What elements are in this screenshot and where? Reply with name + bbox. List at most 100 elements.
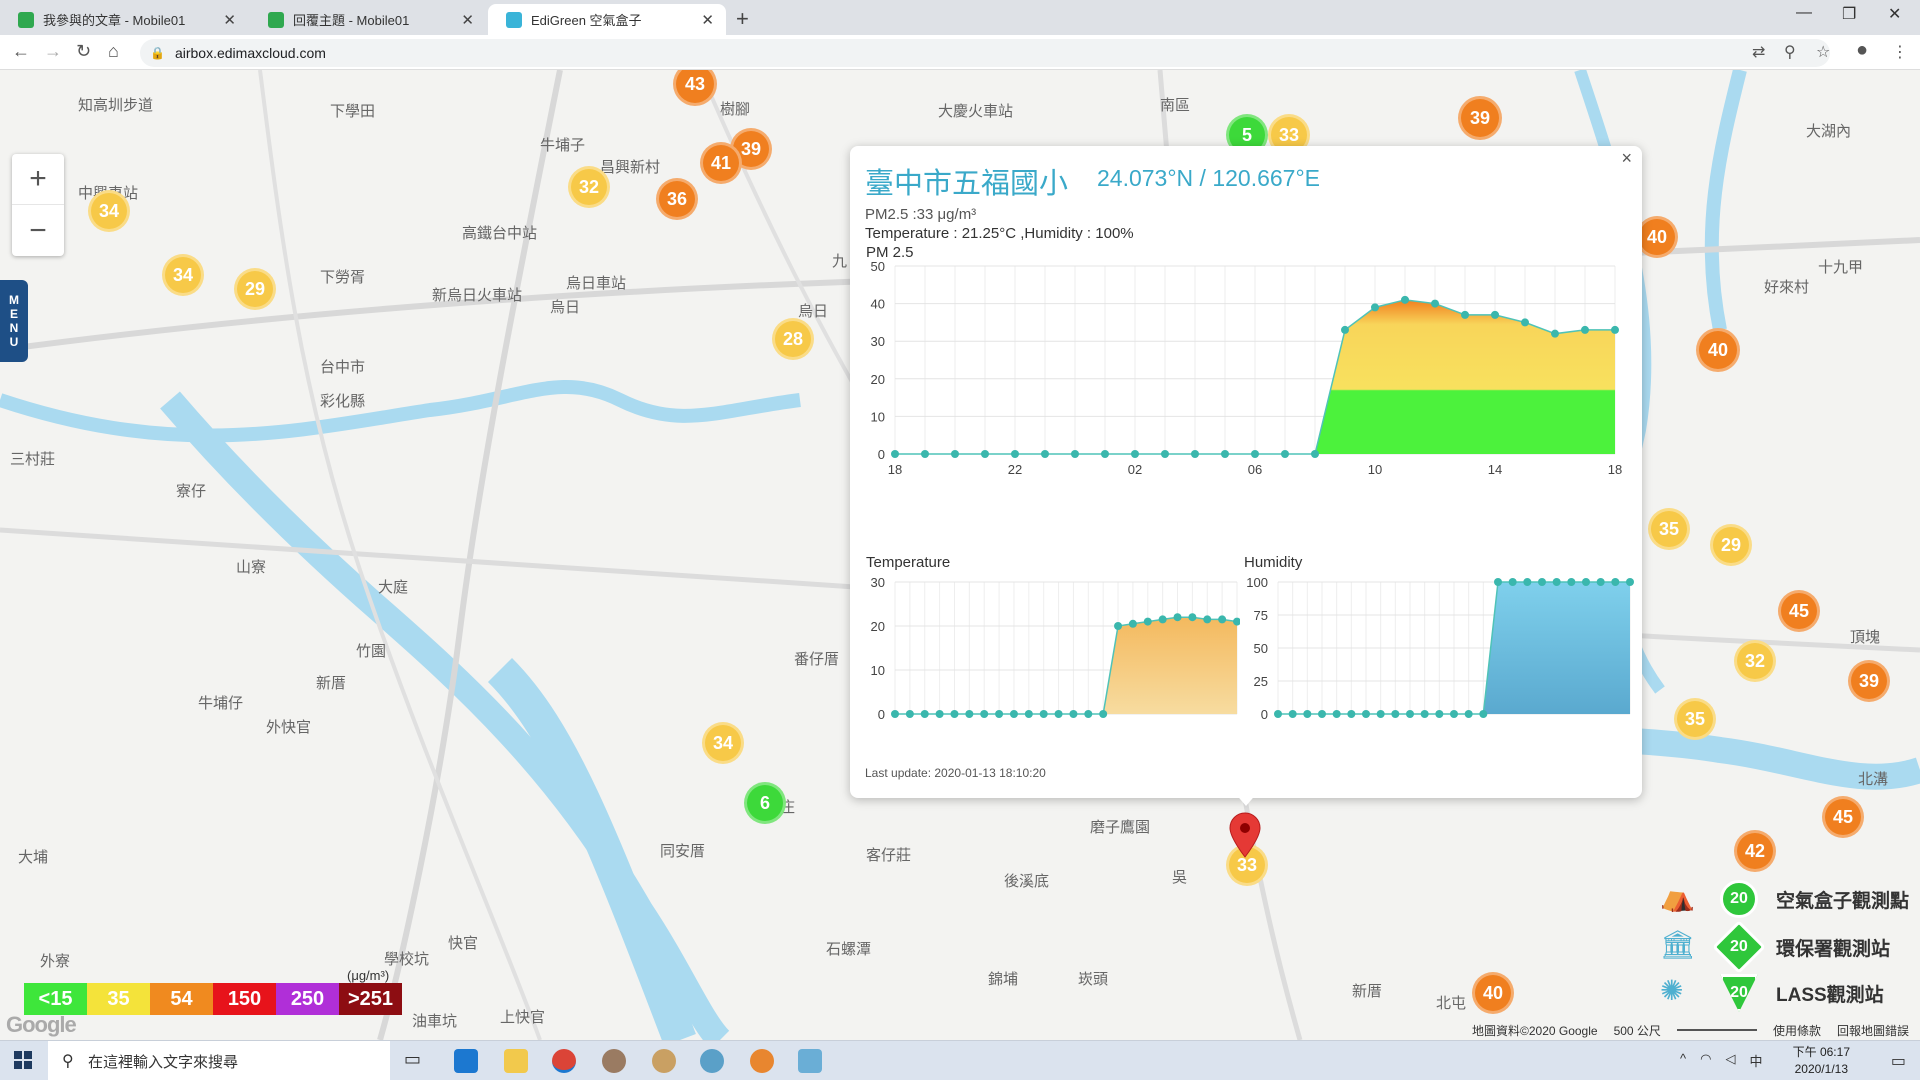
data-point [1158, 615, 1167, 624]
report-map-error-link[interactable]: 回報地圖錯誤 [1837, 1022, 1909, 1039]
station-coordinates: 24.073°N / 120.667°E [1097, 165, 1321, 191]
tab-mobile01-articles[interactable]: 我參與的文章 - Mobile01 ✕ [0, 4, 248, 35]
data-point [1464, 710, 1473, 718]
aqi-marker[interactable]: 45 [1822, 796, 1864, 838]
aqi-marker[interactable]: 35 [1648, 508, 1690, 550]
app-icon-5[interactable] [798, 1049, 822, 1073]
data-point [1099, 710, 1108, 718]
notification-icon[interactable]: ▭ [1891, 1051, 1906, 1071]
y-tick-label: 40 [871, 297, 885, 312]
humidity-chart: 0 25 50 75 100 [1246, 575, 1634, 720]
windows-taskbar: ⚲ 在這裡輸入文字來搜尋 ▭ ^ ◠ ◁ 中 下午 06:17 2020/1/1… [0, 1040, 1920, 1081]
app-icon-2[interactable] [652, 1049, 676, 1073]
edigreen-favicon-icon [506, 11, 522, 28]
aqi-marker[interactable]: 28 [772, 318, 814, 360]
map-footer: 地圖資料©2020 Google 500 公尺 使用條款 回報地圖錯誤 [1472, 1022, 1909, 1039]
data-point [995, 710, 1004, 718]
pm25-chart: 0 10 20 30 40 50 18 22 02 06 10 14 18 [871, 259, 1623, 477]
aqi-marker[interactable]: 29 [1710, 524, 1752, 566]
profile-icon[interactable]: ● [1856, 39, 1868, 62]
data-point [1071, 450, 1079, 458]
ime-indicator[interactable]: 中 [1749, 1051, 1762, 1070]
zoom-in-button[interactable]: + [12, 154, 64, 205]
data-point [1131, 450, 1139, 458]
map-attribution: 地圖資料©2020 Google [1472, 1024, 1598, 1038]
chrome-icon[interactable] [552, 1049, 576, 1073]
network-icon[interactable]: ◠ [1700, 1051, 1711, 1070]
system-tray[interactable]: ^ ◠ ◁ 中 [1680, 1051, 1762, 1070]
aqi-marker[interactable]: 36 [656, 178, 698, 220]
close-popup-button[interactable]: × [1621, 148, 1632, 169]
aqi-marker[interactable]: 41 [700, 142, 742, 184]
data-point [1523, 578, 1532, 586]
zoom-out-button[interactable]: − [12, 205, 64, 256]
tab-edigreen[interactable]: EdiGreen 空氣盒子 ✕ [488, 4, 726, 35]
reload-icon[interactable]: ↻ [76, 41, 91, 62]
data-point [1450, 710, 1458, 718]
legend-airbox-stations[interactable]: ⛺ 20 空氣盒子觀測點 [1660, 880, 1909, 918]
tray-chevron-icon[interactable]: ^ [1680, 1051, 1686, 1070]
place-label: 吳 [1172, 869, 1188, 886]
forward-icon[interactable]: → [44, 41, 62, 62]
selected-location-pin-icon[interactable] [1228, 812, 1262, 858]
tab-mobile01-reply[interactable]: 回覆主題 - Mobile01 ✕ [250, 4, 486, 35]
data-point [1406, 710, 1414, 718]
data-point [920, 710, 929, 718]
close-window-icon[interactable]: ✕ [1888, 4, 1901, 24]
back-icon[interactable]: ← [12, 41, 30, 62]
aqi-marker[interactable]: 6 [744, 782, 786, 824]
zoom-control: + − [12, 154, 64, 256]
app-icon-4[interactable] [750, 1049, 774, 1073]
legend-lass-stations[interactable]: ✺ 20 LASS觀測站 [1660, 974, 1884, 1012]
aqi-marker[interactable]: 29 [234, 268, 276, 310]
bookmark-star-icon[interactable]: ☆ [1816, 42, 1830, 62]
chrome-menu-icon[interactable]: ⋮ [1892, 42, 1908, 62]
terms-link[interactable]: 使用條款 [1773, 1022, 1821, 1039]
close-tab-icon[interactable]: ✕ [461, 11, 474, 29]
aqi-marker[interactable]: 34 [702, 722, 744, 764]
y-tick-label: 0 [878, 707, 885, 720]
file-explorer-icon[interactable] [504, 1049, 528, 1073]
zoom-icon[interactable]: ⚲ [1784, 42, 1796, 62]
windows-start-icon[interactable] [14, 1051, 32, 1069]
aqi-marker[interactable]: 35 [1674, 698, 1716, 740]
aqi-marker[interactable]: 40 [1696, 328, 1740, 372]
app-icon-1[interactable] [602, 1049, 626, 1073]
aqi-marker[interactable]: 39 [1458, 96, 1502, 140]
aqi-marker[interactable]: 45 [1778, 590, 1820, 632]
url-field[interactable]: 🔒 airbox.edimaxcloud.com [140, 39, 1830, 67]
place-label: 新厝 [316, 675, 347, 692]
aqi-marker[interactable]: 40 [1472, 972, 1514, 1014]
y-tick-label: 25 [1254, 674, 1268, 689]
restore-icon[interactable]: ❐ [1842, 4, 1856, 24]
place-label: 石螺潭 [826, 941, 872, 958]
menu-button[interactable]: M E N U [0, 280, 28, 362]
minimize-icon[interactable]: — [1796, 4, 1812, 22]
scale-bar [1676, 1022, 1757, 1031]
data-point [1582, 578, 1590, 586]
taskbar-clock[interactable]: 下午 06:17 2020/1/13 [1793, 1044, 1850, 1078]
airbox-station-icon: ⛺ [1660, 881, 1695, 912]
data-point [1024, 710, 1033, 718]
aqi-marker[interactable]: 34 [88, 190, 130, 232]
aqi-marker[interactable]: 32 [568, 166, 610, 208]
aqi-marker[interactable]: 42 [1734, 830, 1776, 872]
mobile01-favicon-icon [18, 11, 34, 28]
aqi-marker[interactable]: 39 [1848, 660, 1890, 702]
home-icon[interactable]: ⌂ [108, 41, 119, 62]
edge-icon[interactable] [454, 1049, 478, 1073]
volume-icon[interactable]: ◁ [1725, 1051, 1735, 1070]
task-view-icon[interactable]: ▭ [404, 1049, 428, 1073]
close-tab-icon[interactable]: ✕ [223, 11, 236, 29]
close-tab-icon[interactable]: ✕ [701, 11, 714, 29]
translate-icon[interactable]: ⇄ [1752, 42, 1765, 62]
place-label: 大埔 [18, 849, 49, 866]
legend-epa-stations[interactable]: 🏛 20 環保署觀測站 [1660, 920, 1890, 974]
aqi-marker[interactable]: 32 [1734, 640, 1776, 682]
y-tick-label: 30 [871, 575, 885, 590]
taskbar-search-input[interactable]: ⚲ 在這裡輸入文字來搜尋 [48, 1041, 390, 1081]
aqi-marker[interactable]: 40 [1636, 216, 1678, 258]
new-tab-button[interactable]: + [736, 6, 749, 32]
aqi-marker[interactable]: 34 [162, 254, 204, 296]
app-icon-3[interactable] [700, 1049, 724, 1073]
